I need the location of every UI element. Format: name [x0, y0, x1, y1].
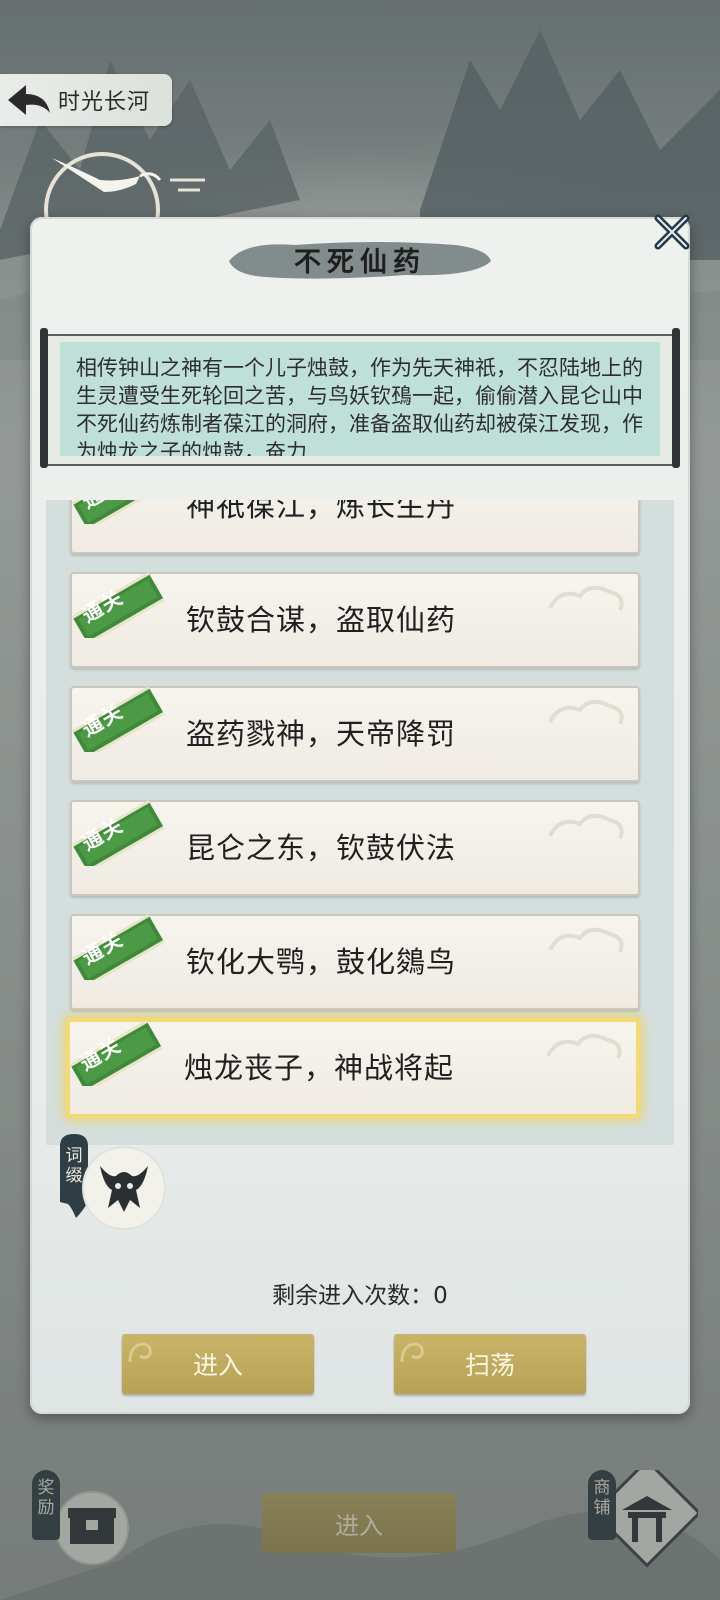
cleared-badge: 通关 — [66, 910, 170, 987]
stage-item[interactable]: 通关 钦化大鹗，鼓化鵕鸟 — [70, 914, 640, 1010]
scroll-rod-left — [40, 328, 48, 468]
cleared-badge: 通关 — [66, 682, 170, 759]
description-scroll[interactable]: 相传钟山之神有一个儿子烛鼓，作为先天神祇，不忍陆地上的生灵遭受生死轮回之苦，与鸟… — [40, 328, 680, 468]
stage-name: 昆仑之东，钦鼓伏法 — [186, 831, 457, 865]
stage-item-selected[interactable]: 通关 烛龙丧子，神战将起 — [66, 1018, 640, 1118]
cleared-badge: 通关 — [64, 1016, 168, 1093]
cloud-ornament-icon — [548, 585, 624, 611]
stage-item[interactable]: 通关 神祇葆江，炼长生丹 — [70, 500, 640, 554]
stage-name: 神祇葆江，炼长生丹 — [186, 500, 457, 523]
cloud-ornament-icon — [548, 699, 624, 725]
remaining-count: 0 — [433, 1283, 448, 1309]
enter-button-label: 进入 — [192, 1351, 243, 1380]
beast-mask-icon — [100, 1166, 148, 1212]
scroll-inner: 相传钟山之神有一个儿子烛鼓，作为先天神祇，不忍陆地上的生灵遭受生死轮回之苦，与鸟… — [60, 342, 660, 456]
enter-button[interactable]: 进入 — [122, 1334, 314, 1394]
stage-description: 相传钟山之神有一个儿子烛鼓，作为先天神祇，不忍陆地上的生灵遭受生死轮回之苦，与鸟… — [76, 356, 643, 456]
stage-name: 钦鼓合谋，盗取仙药 — [186, 603, 457, 637]
cleared-badge: 通关 — [66, 568, 170, 645]
dialog-title: 不死仙药 — [294, 246, 426, 278]
cloud-ornament-icon — [540, 500, 630, 504]
scroll-rod-right — [672, 328, 680, 468]
stage-item[interactable]: 通关 钦鼓合谋，盗取仙药 — [70, 572, 640, 668]
page-title: 时光长河 — [58, 90, 151, 115]
stage-list[interactable]: 通关 神祇葆江，炼长生丹 通关 钦鼓合谋，盗取仙药 通关 盗药戮神，天帝降罚 通… — [46, 500, 674, 1145]
sweep-button-label: 扫荡 — [464, 1351, 515, 1380]
back-button[interactable] — [0, 74, 58, 126]
affix-slot[interactable] — [84, 1148, 164, 1228]
dialog-title-plate: 不死仙药 — [225, 235, 495, 283]
cloud-ornament-icon — [548, 927, 624, 953]
top-bar: 时光长河 — [0, 74, 172, 126]
cloud-ornament-icon — [548, 813, 624, 839]
remaining-label: 剩余进入次数： — [272, 1283, 434, 1309]
stage-item[interactable]: 通关 盗药戮神，天帝降罚 — [70, 686, 640, 782]
sweep-button[interactable]: 扫荡 — [394, 1334, 586, 1394]
stage-item[interactable]: 通关 昆仑之东，钦鼓伏法 — [70, 800, 640, 896]
swirl-ornament-icon — [128, 1342, 152, 1363]
affix-tag-label: 词缀 — [65, 1146, 83, 1186]
cloud-ornament-icon — [546, 1033, 622, 1059]
back-arrow-icon — [8, 85, 50, 115]
swirl-ornament-icon — [400, 1342, 424, 1363]
scroll-paper: 相传钟山之神有一个儿子烛鼓，作为先天神祇，不忍陆地上的生灵遭受生死轮回之苦，与鸟… — [48, 334, 672, 466]
stage-name: 钦化大鹗，鼓化鵕鸟 — [186, 945, 457, 979]
close-x-icon — [654, 214, 690, 250]
stage-name: 盗药戮神，天帝降罚 — [186, 717, 457, 751]
remaining-entries: 剩余进入次数：0 — [30, 1276, 690, 1310]
close-button[interactable] — [650, 210, 694, 254]
cleared-badge: 通关 — [66, 796, 170, 873]
cleared-badge: 通关 — [66, 500, 170, 531]
stage-name: 烛龙丧子，神战将起 — [184, 1051, 455, 1085]
